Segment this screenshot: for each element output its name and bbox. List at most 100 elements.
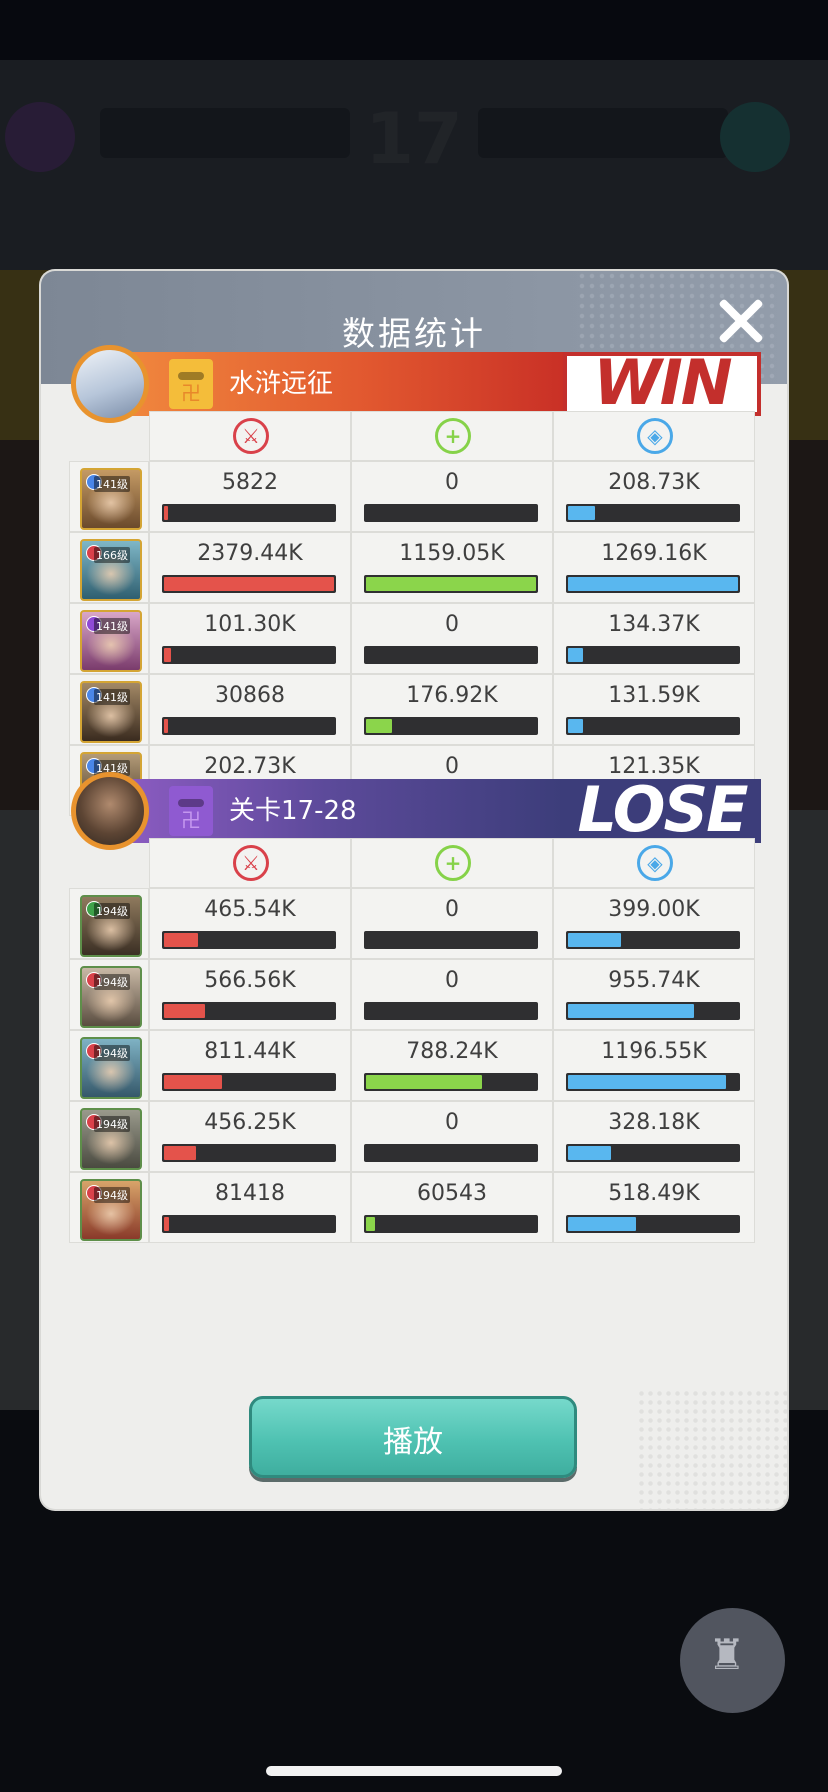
hero-level: 141级 <box>94 618 130 634</box>
damage-bar <box>162 717 336 735</box>
heal-value: 788.24K <box>406 1039 498 1064</box>
damage-cell: 81418 <box>149 1172 351 1243</box>
hero-level: 194级 <box>94 903 130 919</box>
damage-cell: 101.30K <box>149 603 351 674</box>
hero-portrait[interactable]: 194级 <box>80 966 142 1028</box>
damage-cell: 811.44K <box>149 1030 351 1101</box>
heal-value: 0 <box>445 1110 459 1135</box>
heal-bar <box>364 1002 538 1020</box>
stats-header-cell: + <box>351 411 553 461</box>
play-button[interactable]: 播放 <box>249 1396 577 1478</box>
hero-portrait[interactable]: 194级 <box>80 1037 142 1099</box>
tank-value: 1196.55K <box>601 1039 707 1064</box>
damage-cell: 30868 <box>149 674 351 745</box>
team-name: 水浒远征 <box>229 369 334 399</box>
damage-value: 30868 <box>215 683 285 708</box>
damage-value: 465.54K <box>204 897 296 922</box>
stats-table-team-2: ⚔ + ◈ 194级 465.54K 0 399.00K 194级 566.56K 0 955.74… <box>69 838 759 1243</box>
damage-bar-fill <box>164 648 171 662</box>
stats-table-team-1: ⚔ + ◈ 141级 5822 0 208.73K 166级 2379.44K 1159.05K 1… <box>69 411 759 816</box>
hero-portrait[interactable]: 194级 <box>80 1179 142 1241</box>
heal-cell: 176.92K <box>351 674 553 745</box>
close-icon[interactable] <box>713 293 769 349</box>
tank-value: 955.74K <box>608 968 700 993</box>
tank-bar <box>566 504 740 522</box>
damage-bar-fill <box>164 1075 222 1089</box>
plus-icon: + <box>435 418 471 454</box>
tank-cell: 518.49K <box>553 1172 755 1243</box>
tank-cell: 328.18K <box>553 1101 755 1172</box>
tank-bar-fill <box>568 719 583 733</box>
tank-bar-fill <box>568 1075 726 1089</box>
tank-bar-fill <box>568 1004 694 1018</box>
sword-icon: ⚔ <box>233 845 269 881</box>
tank-bar <box>566 717 740 735</box>
tank-value: 328.18K <box>608 1110 700 1135</box>
heal-bar <box>364 717 538 735</box>
heal-bar-fill <box>366 577 536 591</box>
tank-bar-fill <box>568 648 583 662</box>
hero-stats-row: 194级 566.56K 0 955.74K <box>69 959 759 1030</box>
heal-bar <box>364 504 538 522</box>
damage-bar <box>162 575 336 593</box>
heal-bar-fill <box>366 1075 482 1089</box>
heal-bar <box>364 931 538 949</box>
hero-stats-row: 194级 81418 60543 518.49K <box>69 1172 759 1243</box>
sword-icon: ⚔ <box>233 418 269 454</box>
hero-level: 194级 <box>94 1045 130 1061</box>
damage-bar-fill <box>164 719 168 733</box>
tank-bar-fill <box>568 1146 611 1160</box>
heal-bar-fill <box>366 1217 375 1231</box>
damage-bar <box>162 1215 336 1233</box>
tank-cell: 131.59K <box>553 674 755 745</box>
damage-value: 5822 <box>222 470 278 495</box>
stats-header-row: ⚔ + ◈ <box>69 411 759 461</box>
hero-portrait[interactable]: 141级 <box>80 610 142 672</box>
heal-value: 0 <box>445 612 459 637</box>
tank-value: 399.00K <box>608 897 700 922</box>
hero-level: 141级 <box>94 689 130 705</box>
heal-cell: 788.24K <box>351 1030 553 1101</box>
hero-portrait[interactable]: 141级 <box>80 468 142 530</box>
tank-bar-fill <box>568 1217 636 1231</box>
tank-cell: 399.00K <box>553 888 755 959</box>
hero-stats-row: 166级 2379.44K 1159.05K 1269.16K <box>69 532 759 603</box>
damage-bar-fill <box>164 933 198 947</box>
hero-stats-row: 141级 5822 0 208.73K <box>69 461 759 532</box>
damage-value: 101.30K <box>204 612 296 637</box>
hero-portrait[interactable]: 194级 <box>80 895 142 957</box>
tank-value: 208.73K <box>608 470 700 495</box>
hero-level: 194级 <box>94 1187 130 1203</box>
stats-header-cell: ⚔ <box>149 838 351 888</box>
heal-cell: 1159.05K <box>351 532 553 603</box>
hero-cell: 194级 <box>69 1172 149 1243</box>
damage-bar <box>162 931 336 949</box>
hero-level: 194级 <box>94 974 130 990</box>
tank-bar <box>566 1002 740 1020</box>
stats-header-cell: + <box>351 838 553 888</box>
heal-value: 0 <box>445 470 459 495</box>
damage-bar-fill <box>164 1004 205 1018</box>
heal-cell: 0 <box>351 888 553 959</box>
damage-value: 811.44K <box>204 1039 296 1064</box>
tank-bar <box>566 931 740 949</box>
damage-cell: 2379.44K <box>149 532 351 603</box>
damage-bar-fill <box>164 577 334 591</box>
tank-bar <box>566 646 740 664</box>
hero-cell: 141级 <box>69 674 149 745</box>
heal-bar <box>364 575 538 593</box>
hero-cell: 194级 <box>69 1101 149 1172</box>
hero-portrait[interactable]: 194级 <box>80 1108 142 1170</box>
hero-level: 166级 <box>94 547 130 563</box>
hero-portrait[interactable]: 166级 <box>80 539 142 601</box>
castle-icon: ♜ <box>708 1630 746 1679</box>
heal-cell: 0 <box>351 461 553 532</box>
heal-value: 60543 <box>417 1181 487 1206</box>
hero-stats-row: 194级 456.25K 0 328.18K <box>69 1101 759 1172</box>
home-indicator[interactable] <box>266 1766 562 1776</box>
tank-cell: 1196.55K <box>553 1030 755 1101</box>
heal-value: 0 <box>445 897 459 922</box>
hero-portrait[interactable]: 141级 <box>80 681 142 743</box>
heal-value: 0 <box>445 968 459 993</box>
heal-bar-fill <box>366 719 392 733</box>
